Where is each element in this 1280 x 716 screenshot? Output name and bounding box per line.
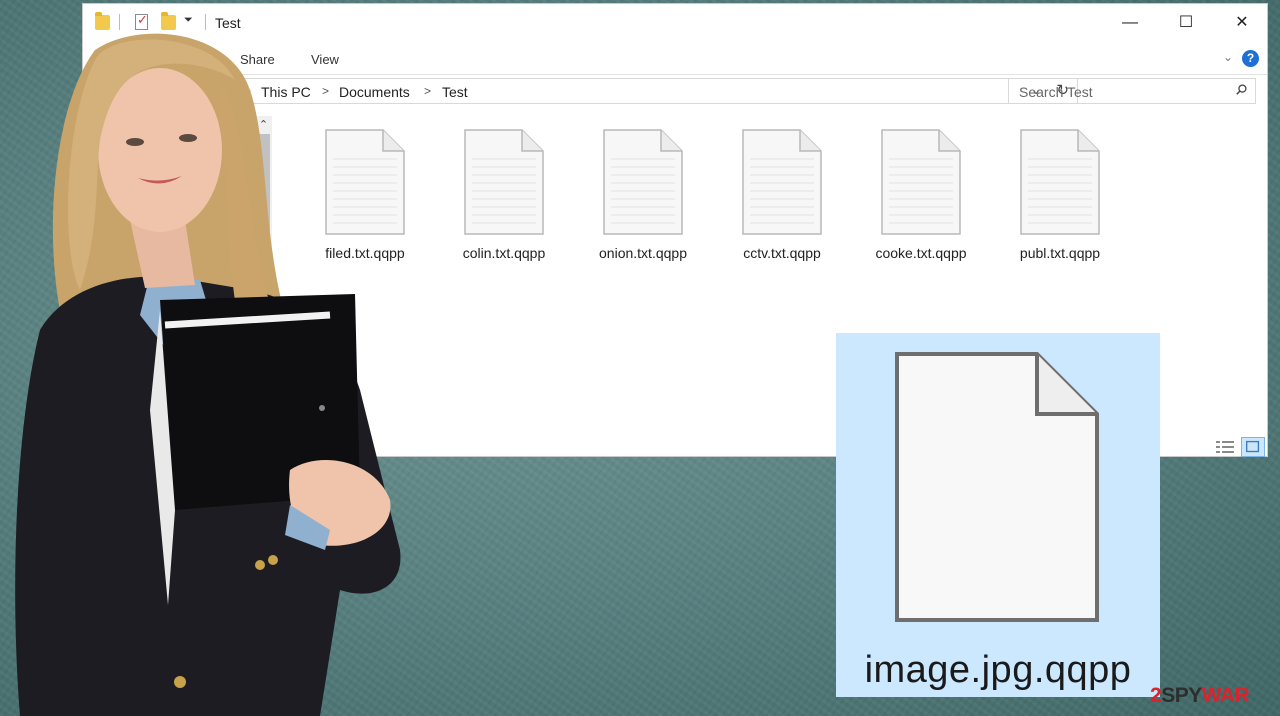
file-name: cctv.txt.qqpp	[743, 245, 821, 261]
search-input[interactable]	[1017, 82, 1221, 102]
file-item[interactable]: onion.txt.qqpp	[574, 129, 712, 261]
document-icon	[895, 352, 1099, 622]
file-name: colin.txt.qqpp	[462, 245, 546, 261]
chevron-down-icon[interactable]: ⌄	[1223, 50, 1233, 64]
customize-toolbar-icon[interactable]: ⏷	[184, 14, 193, 27]
document-icon	[603, 129, 683, 235]
breadcrumb-test[interactable]: Test	[442, 84, 468, 100]
watermark-logo: 2SPYWAR	[1150, 684, 1250, 708]
file-name: cooke.txt.qqpp	[875, 245, 967, 261]
file-item[interactable]: colin.txt.qqpp	[435, 129, 573, 261]
file-item[interactable]: cctv.txt.qqpp	[713, 129, 851, 261]
document-icon	[881, 129, 961, 235]
breadcrumb-separator: >	[424, 84, 432, 98]
file-name: publ.txt.qqpp	[1019, 245, 1101, 261]
logo-text: SPY	[1161, 684, 1202, 707]
search-field[interactable]	[1008, 78, 1256, 104]
help-icon[interactable]: ?	[1242, 50, 1259, 67]
details-view-icon[interactable]	[1213, 437, 1237, 457]
document-icon	[1020, 129, 1100, 235]
file-item[interactable]: cooke.txt.qqpp	[852, 129, 990, 261]
selected-file-preview[interactable]: image.jpg.qqpp	[836, 333, 1160, 697]
close-button[interactable]: ✕	[1219, 9, 1265, 37]
document-icon	[464, 129, 544, 235]
logo-accent: WAR	[1201, 684, 1250, 707]
properties-icon[interactable]	[135, 12, 148, 30]
large-icons-view-icon[interactable]	[1241, 437, 1265, 457]
maximize-button[interactable]: ☐	[1163, 9, 1209, 37]
divider	[119, 14, 120, 30]
search-icon[interactable]	[1236, 84, 1247, 95]
file-item[interactable]: publ.txt.qqpp	[991, 129, 1129, 261]
window-title: Test	[215, 15, 241, 31]
minimize-button[interactable]: —	[1107, 9, 1153, 37]
document-icon	[742, 129, 822, 235]
woman-with-binder-photo	[15, 33, 401, 716]
preview-file-name: image.jpg.qqpp	[864, 649, 1132, 691]
new-folder-icon[interactable]	[161, 12, 176, 30]
logo-number: 2	[1150, 684, 1162, 707]
file-name: onion.txt.qqpp	[599, 245, 687, 261]
folder-icon	[95, 12, 110, 30]
divider	[205, 14, 206, 30]
